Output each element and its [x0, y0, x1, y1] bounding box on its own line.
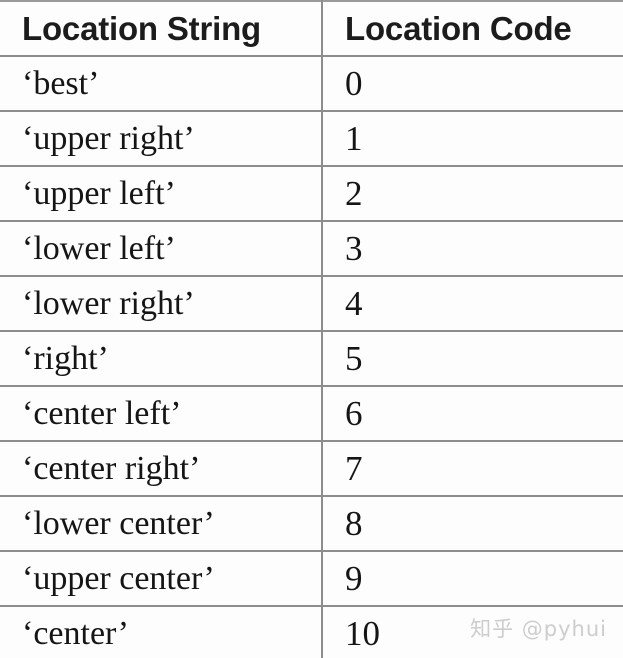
location-code-table: Location String Location Code ‘best’ 0 ‘…	[0, 0, 623, 658]
cell-location-code: 7	[322, 440, 623, 497]
table-container: Location String Location Code ‘best’ 0 ‘…	[0, 0, 623, 658]
cell-location-string: ‘center right’	[0, 440, 323, 497]
table-row: ‘lower left’ 3	[0, 220, 623, 277]
table-row: ‘upper left’ 2	[0, 165, 623, 222]
table-row: ‘lower center’ 8	[0, 495, 623, 552]
column-header-location-string: Location String	[0, 0, 323, 57]
table-header-row: Location String Location Code	[0, 0, 623, 57]
cell-location-code: 9	[322, 550, 623, 607]
cell-location-string: ‘upper center’	[0, 550, 323, 607]
table-row: ‘center’ 10	[0, 605, 623, 658]
table-row: ‘right’ 5	[0, 330, 623, 387]
cell-location-string: ‘center’	[0, 605, 323, 658]
table-row: ‘upper center’ 9	[0, 550, 623, 607]
table-row: ‘center left’ 6	[0, 385, 623, 442]
cell-location-code: 6	[322, 385, 623, 442]
cell-location-string: ‘lower left’	[0, 220, 323, 277]
cell-location-string: ‘upper left’	[0, 165, 323, 222]
cell-location-code: 4	[322, 275, 623, 332]
table-body: ‘best’ 0 ‘upper right’ 1 ‘upper left’ 2 …	[0, 55, 623, 658]
cell-location-code: 8	[322, 495, 623, 552]
cell-location-string: ‘right’	[0, 330, 323, 387]
table-row: ‘center right’ 7	[0, 440, 623, 497]
cell-location-code: 0	[322, 55, 623, 112]
table-row: ‘best’ 0	[0, 55, 623, 112]
cell-location-string: ‘best’	[0, 55, 323, 112]
cell-location-code: 5	[322, 330, 623, 387]
column-header-location-code: Location Code	[322, 0, 623, 57]
cell-location-code: 3	[322, 220, 623, 277]
table-row: ‘upper right’ 1	[0, 110, 623, 167]
cell-location-string: ‘lower center’	[0, 495, 323, 552]
table-row: ‘lower right’ 4	[0, 275, 623, 332]
cell-location-string: ‘upper right’	[0, 110, 323, 167]
cell-location-code: 1	[322, 110, 623, 167]
cell-location-string: ‘lower right’	[0, 275, 323, 332]
table-header: Location String Location Code	[0, 0, 623, 57]
cell-location-code: 10	[322, 605, 623, 658]
cell-location-code: 2	[322, 165, 623, 222]
cell-location-string: ‘center left’	[0, 385, 323, 442]
